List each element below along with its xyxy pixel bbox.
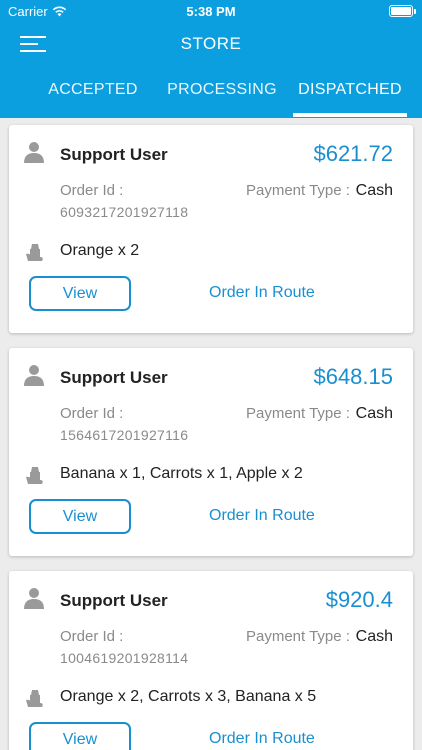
payment-type-label: Payment Type : bbox=[246, 405, 350, 422]
order-id-value: 1564617201927116 bbox=[60, 427, 189, 443]
order-id-value: 6093217201927118 bbox=[60, 204, 189, 220]
order-id-label: Order Id : bbox=[60, 628, 124, 645]
order-amount: $920.4 bbox=[325, 587, 393, 612]
page-title: STORE bbox=[180, 34, 242, 53]
user-icon bbox=[24, 588, 44, 609]
order-status: Order In Route bbox=[209, 284, 315, 301]
order-amount: $648.15 bbox=[313, 364, 393, 389]
payment-type-value: Cash bbox=[355, 405, 393, 422]
order-id-label: Order Id : bbox=[60, 182, 124, 199]
grocery-bag-icon bbox=[26, 467, 43, 484]
payment-type-value: Cash bbox=[355, 182, 393, 199]
order-card: Support User $648.15 Order Id : 15646172… bbox=[9, 348, 413, 556]
customer-name: Support User bbox=[60, 368, 168, 387]
order-items: Orange x 2, Carrots x 3, Banana x 5 bbox=[60, 688, 317, 705]
payment-type-label: Payment Type : bbox=[246, 182, 350, 199]
order-items: Orange x 2 bbox=[60, 242, 140, 259]
user-icon bbox=[24, 365, 44, 386]
order-tabs: ACCEPTED PROCESSING DISPATCHED bbox=[0, 78, 422, 118]
order-card: Support User $920.4 Order Id : 100461920… bbox=[9, 571, 413, 750]
clock: 5:38 PM bbox=[186, 4, 236, 19]
tab-dispatched[interactable]: DISPATCHED bbox=[293, 78, 407, 118]
payment-type-label: Payment Type : bbox=[246, 628, 350, 645]
order-status: Order In Route bbox=[209, 730, 315, 747]
view-order-button[interactable]: View bbox=[29, 276, 131, 311]
battery-icon bbox=[389, 5, 416, 17]
order-status: Order In Route bbox=[209, 507, 315, 524]
order-items: Banana x 1, Carrots x 1, Apple x 2 bbox=[60, 465, 303, 482]
view-order-button[interactable]: View bbox=[29, 499, 131, 534]
grocery-bag-icon bbox=[26, 244, 43, 261]
status-bar: Carrier 5:38 PM bbox=[0, 0, 422, 22]
customer-name: Support User bbox=[60, 591, 168, 610]
active-tab-indicator bbox=[293, 113, 407, 117]
payment-type-value: Cash bbox=[355, 628, 393, 645]
tab-processing[interactable]: PROCESSING bbox=[160, 78, 284, 118]
order-amount: $621.72 bbox=[313, 141, 393, 166]
app-header: Carrier 5:38 PM STORE ACCEPTED PROCESSIN… bbox=[0, 0, 422, 118]
tab-accepted[interactable]: ACCEPTED bbox=[34, 78, 152, 118]
order-id-label: Order Id : bbox=[60, 405, 124, 422]
order-card: Support User $621.72 Order Id : 60932172… bbox=[9, 125, 413, 333]
grocery-bag-icon bbox=[26, 690, 43, 707]
view-order-button[interactable]: View bbox=[29, 722, 131, 750]
customer-name: Support User bbox=[60, 145, 168, 164]
order-id-value: 1004619201928114 bbox=[60, 650, 189, 666]
user-icon bbox=[24, 142, 44, 163]
